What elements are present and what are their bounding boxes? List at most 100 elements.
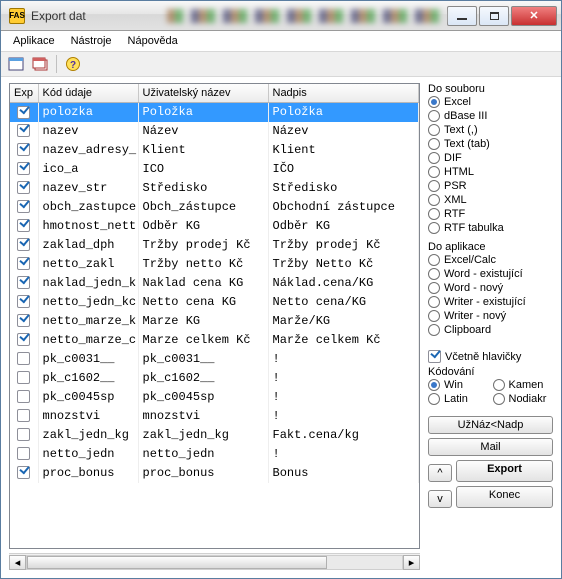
mail-button[interactable]: Mail [428,438,553,456]
table-row[interactable]: nazevNázevNázev [10,122,419,141]
radio-icon[interactable] [428,310,440,322]
export-checkbox[interactable] [10,236,38,255]
to-file-option[interactable]: Text (,) [428,123,553,137]
to-file-option[interactable]: DIF [428,151,553,165]
radio-icon[interactable] [428,96,440,108]
radio-icon[interactable] [428,296,440,308]
encoding-option[interactable]: Win [428,378,489,392]
table-row[interactable]: naklad_jedn_kNaklad cena KGNáklad.cena/K… [10,274,419,293]
export-button[interactable]: Export [456,460,553,482]
col-kod[interactable]: Kód údaje [38,84,138,103]
konec-button[interactable]: Konec [456,486,553,508]
table-row[interactable]: netto_jedn_kcNetto cena KGNetto cena/KG [10,293,419,312]
export-checkbox[interactable] [10,445,38,464]
table-row[interactable]: nazev_adresy_KlientKlient [10,141,419,160]
encoding-option[interactable]: Latin [428,392,489,406]
radio-icon[interactable] [428,254,440,266]
col-uziv[interactable]: Uživatelský název [138,84,268,103]
export-checkbox[interactable] [10,198,38,217]
cards-icon[interactable] [29,54,51,74]
to-app-option[interactable]: Clipboard [428,323,553,337]
export-checkbox[interactable] [10,217,38,236]
scroll-thumb[interactable] [27,556,327,569]
to-file-option[interactable]: Text (tab) [428,137,553,151]
to-app-option[interactable]: Word - nový [428,281,553,295]
radio-icon[interactable] [428,379,440,391]
export-checkbox[interactable] [10,331,38,350]
table-row[interactable]: netto_jednnetto_jedn! [10,445,419,464]
table-row[interactable]: hmotnost_nettOdběr KGOdběr KG [10,217,419,236]
to-app-option[interactable]: Word - existující [428,267,553,281]
include-header-checkbox[interactable]: Včetně hlavičky [428,349,553,364]
radio-icon[interactable] [428,180,440,192]
table-row[interactable]: ico_aICOIČO [10,160,419,179]
card-icon[interactable] [5,54,27,74]
table-row[interactable]: zakl_jedn_kgzakl_jedn_kgFakt.cena/kg [10,426,419,445]
table-row[interactable]: netto_marze_kMarze KGMarže/KG [10,312,419,331]
export-checkbox[interactable] [10,312,38,331]
menu-aplikace[interactable]: Aplikace [5,33,63,49]
radio-icon[interactable] [428,208,440,220]
export-checkbox[interactable] [10,388,38,407]
export-checkbox[interactable] [10,350,38,369]
to-file-option[interactable]: RTF [428,207,553,221]
export-checkbox[interactable] [10,274,38,293]
encoding-option[interactable]: Kamen [493,378,554,392]
to-app-option[interactable]: Writer - nový [428,309,553,323]
radio-icon[interactable] [493,393,505,405]
table-row[interactable]: pk_c1602__pk_c1602__! [10,369,419,388]
checkbox-icon[interactable] [428,350,441,363]
radio-icon[interactable] [428,222,440,234]
move-up-button[interactable]: ^ [428,464,452,482]
radio-icon[interactable] [493,379,505,391]
uznaz-button[interactable]: UžNáz<Nadp [428,416,553,434]
table-row[interactable]: nazev_strStřediskoStředisko [10,179,419,198]
table-row[interactable]: pk_c0045sppk_c0045sp! [10,388,419,407]
export-checkbox[interactable] [10,160,38,179]
export-checkbox[interactable] [10,293,38,312]
horizontal-scrollbar[interactable]: ◂ ▸ [9,553,420,570]
to-file-option[interactable]: RTF tabulka [428,221,553,235]
table-row[interactable]: zaklad_dphTržby prodej KčTržby prodej Kč [10,236,419,255]
table-row[interactable]: netto_marze_cMarze celkem KčMarže celkem… [10,331,419,350]
export-checkbox[interactable] [10,103,38,122]
radio-icon[interactable] [428,138,440,150]
export-checkbox[interactable] [10,407,38,426]
export-checkbox[interactable] [10,369,38,388]
radio-icon[interactable] [428,124,440,136]
maximize-button[interactable] [479,6,509,26]
col-exp[interactable]: Exp [10,84,38,103]
table-row[interactable]: netto_zaklTržby netto KčTržby Netto Kč [10,255,419,274]
help-icon[interactable]: ? [62,54,84,74]
to-file-option[interactable]: PSR [428,179,553,193]
table-row[interactable]: obch_zastupceObch_zástupceObchodní zástu… [10,198,419,217]
data-grid[interactable]: Exp Kód údaje Uživatelský název Nadpis p… [9,83,420,549]
export-checkbox[interactable] [10,122,38,141]
table-row[interactable]: polozkaPoložkaPoložka [10,103,419,122]
col-nadpis[interactable]: Nadpis [268,84,419,103]
export-checkbox[interactable] [10,141,38,160]
menu-nastroje[interactable]: Nástroje [63,33,120,49]
scroll-right-icon[interactable]: ▸ [403,555,420,570]
radio-icon[interactable] [428,194,440,206]
to-app-option[interactable]: Writer - existující [428,295,553,309]
table-row[interactable]: proc_bonusproc_bonusBonus [10,464,419,483]
to-file-option[interactable]: HTML [428,165,553,179]
radio-icon[interactable] [428,324,440,336]
table-row[interactable]: pk_c0031__pk_c0031__! [10,350,419,369]
export-checkbox[interactable] [10,464,38,483]
export-checkbox[interactable] [10,426,38,445]
radio-icon[interactable] [428,282,440,294]
export-checkbox[interactable] [10,255,38,274]
close-button[interactable]: ✕ [511,6,557,26]
radio-icon[interactable] [428,110,440,122]
radio-icon[interactable] [428,393,440,405]
radio-icon[interactable] [428,166,440,178]
radio-icon[interactable] [428,152,440,164]
export-checkbox[interactable] [10,179,38,198]
move-down-button[interactable]: v [428,490,452,508]
minimize-button[interactable] [447,6,477,26]
scroll-left-icon[interactable]: ◂ [9,555,26,570]
table-row[interactable]: mnozstvimnozstvi! [10,407,419,426]
to-file-option[interactable]: Excel [428,95,553,109]
